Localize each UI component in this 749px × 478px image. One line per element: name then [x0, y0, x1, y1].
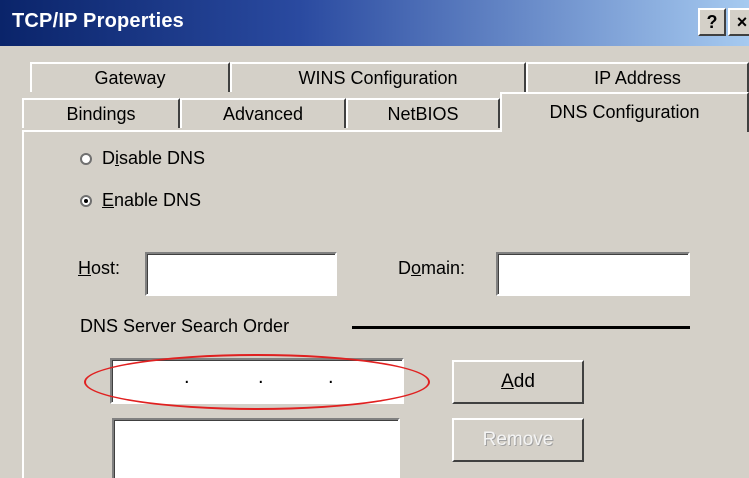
domain-input-inner: [498, 254, 688, 294]
host-input-inner: [147, 254, 335, 294]
radio-button-icon: [80, 153, 92, 165]
red-highlight-ellipse: [84, 354, 430, 410]
host-input[interactable]: [145, 252, 337, 296]
close-button[interactable]: ×: [728, 8, 749, 36]
title-bar[interactable]: TCP/IP Properties ? ×: [0, 0, 749, 46]
domain-input[interactable]: [496, 252, 690, 296]
add-button[interactable]: Add: [452, 360, 584, 404]
remove-button[interactable]: Remove: [452, 418, 584, 462]
tab-dns-configuration[interactable]: DNS Configuration: [500, 92, 749, 132]
tab-netbios[interactable]: NetBIOS: [346, 98, 500, 128]
search-order-divider: [352, 326, 690, 329]
tcpip-properties-window: TCP/IP Properties ? × Gateway WINS Confi…: [0, 0, 749, 478]
tab-bindings[interactable]: Bindings: [22, 98, 180, 128]
radio-disable-dns[interactable]: Disable DNS: [80, 148, 205, 169]
tab-wins-configuration[interactable]: WINS Configuration: [230, 62, 526, 92]
window-title: TCP/IP Properties: [12, 10, 184, 32]
domain-label: Domain:: [398, 258, 466, 278]
tab-gateway[interactable]: Gateway: [30, 62, 230, 92]
radio-selected-icon: [80, 195, 92, 207]
tab-advanced[interactable]: Advanced: [180, 98, 346, 128]
help-button[interactable]: ?: [698, 8, 726, 36]
dns-server-list-inner: [114, 420, 398, 478]
dns-server-list[interactable]: [112, 418, 400, 478]
radio-enable-dns[interactable]: Enable DNS: [72, 190, 210, 211]
dns-search-order-label: DNS Server Search Order: [80, 316, 290, 336]
tab-ip-address[interactable]: IP Address: [526, 62, 749, 92]
host-label: Host:: [78, 258, 121, 278]
